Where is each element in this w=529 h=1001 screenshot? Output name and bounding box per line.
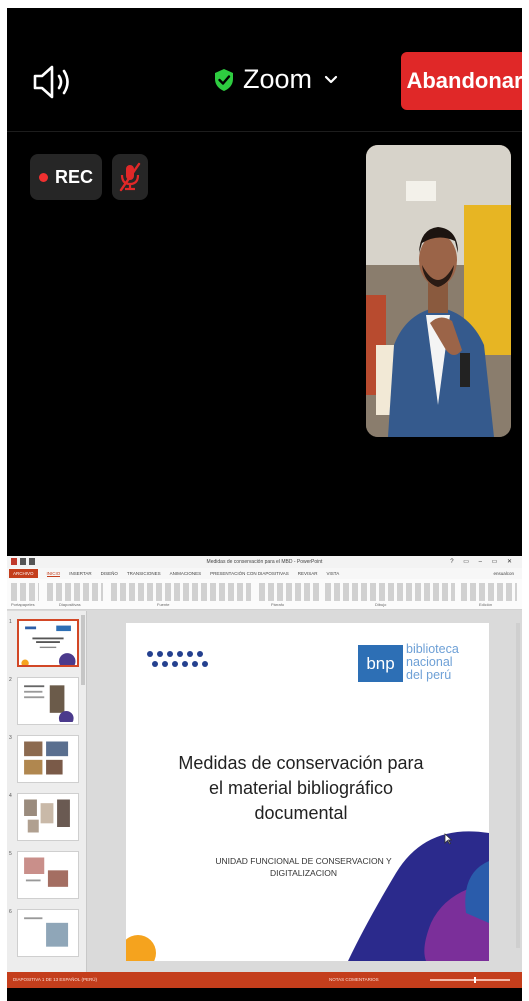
group-label: Párrafo xyxy=(271,602,285,607)
zoom-slider-thumb[interactable] xyxy=(474,977,476,983)
slide-subtitle: UNIDAD FUNCIONAL DE CONSERVACION Y DIGIT… xyxy=(201,855,406,879)
group-label: Diapositivas xyxy=(59,602,81,607)
mouse-cursor-icon xyxy=(444,833,452,845)
powerpoint-titlebar: Medidas de conservación para el MBD - Po… xyxy=(7,556,522,568)
group-label: Dibujo xyxy=(375,602,387,607)
frame-edge xyxy=(522,0,529,1001)
rec-label: REC xyxy=(54,166,93,187)
status-slide-info: DIAPOSITIVA 1 DE 13 ESPAÑOL (PERÚ) xyxy=(13,977,97,982)
slide-number: 6 xyxy=(9,909,12,915)
slide-number: 5 xyxy=(9,851,12,857)
slide-number: 1 xyxy=(9,619,12,625)
paragraph-controls[interactable] xyxy=(259,583,319,601)
mic-muted-icon xyxy=(119,162,141,192)
status-notes-comments[interactable]: NOTAS COMENTARIOS xyxy=(329,977,379,982)
slides-controls[interactable] xyxy=(47,583,103,601)
frame-edge xyxy=(0,0,7,1001)
slide-scrollbar[interactable] xyxy=(516,623,520,948)
slide-thumbnail[interactable] xyxy=(17,735,79,783)
tab-insertar[interactable]: INSERTAR xyxy=(69,571,91,576)
drawing-controls[interactable] xyxy=(325,583,455,601)
frame-edge xyxy=(0,0,529,8)
meeting-top-bar: Zoom Abandonar xyxy=(7,8,528,132)
bottom-strip xyxy=(7,988,522,1001)
slide-number: 2 xyxy=(9,677,12,683)
slide-number: 4 xyxy=(9,793,12,799)
current-slide[interactable]: bnp biblioteca nacional del perú Medidas… xyxy=(126,623,489,961)
slide-thumbnail[interactable] xyxy=(17,851,79,899)
chevron-down-icon xyxy=(324,75,338,83)
slide-subtitle-line: DIGITALIZACION xyxy=(270,868,337,878)
participant-video[interactable] xyxy=(366,145,511,437)
slide-thumbnail[interactable] xyxy=(17,909,79,957)
tab-revisar[interactable]: REVISAR xyxy=(298,571,318,576)
shared-screen[interactable]: Medidas de conservación para el MBD - Po… xyxy=(7,556,522,988)
meeting-title[interactable]: Zoom xyxy=(213,64,338,95)
slide-thumbnail-pane[interactable]: 1 2 3 4 5 6 xyxy=(7,611,87,972)
slide-number: 3 xyxy=(9,735,12,741)
ribbon-tabs: ARCHIVO INICIO INSERTAR DISEÑO TRANSICIO… xyxy=(7,568,522,579)
recording-badge[interactable]: REC xyxy=(30,154,102,200)
shield-check-icon xyxy=(215,68,233,91)
leave-button[interactable]: Abandonar xyxy=(401,52,528,110)
group-label: Portapapeles xyxy=(11,602,35,607)
tab-animaciones[interactable]: ANIMACIONES xyxy=(170,571,202,576)
zoom-slider[interactable] xyxy=(430,977,510,983)
ribbon-group-labels: Portapapeles Diapositivas Fuente Párrafo… xyxy=(7,602,522,608)
slide-thumbnail[interactable] xyxy=(17,677,79,726)
tab-diseno[interactable]: DISEÑO xyxy=(101,571,118,576)
slide-thumbnail[interactable] xyxy=(17,619,79,670)
document-title: Medidas de conservación para el MBD - Po… xyxy=(206,559,323,565)
tab-archivo[interactable]: ARCHIVO xyxy=(9,569,38,578)
thumbnail-scrollbar[interactable] xyxy=(81,615,85,685)
app-title: Zoom xyxy=(243,64,313,94)
tab-vista[interactable]: VISTA xyxy=(327,571,340,576)
powerpoint-status-bar: DIAPOSITIVA 1 DE 13 ESPAÑOL (PERÚ) NOTAS… xyxy=(7,972,522,988)
slide-subtitle-line: UNIDAD FUNCIONAL DE CONSERVACION Y xyxy=(215,856,392,866)
signed-in-user[interactable]: ensualcon xyxy=(493,571,514,576)
clipboard-controls[interactable] xyxy=(11,583,39,601)
slide-title-line: el material bibliográfico xyxy=(208,778,394,798)
slide-title: Medidas de conservación para el material… xyxy=(166,751,436,826)
tab-inicio[interactable]: INICIO xyxy=(46,571,61,577)
editing-controls[interactable] xyxy=(461,583,517,601)
slide-title-line: documental xyxy=(254,803,348,823)
record-dot-icon xyxy=(38,172,48,182)
bnp-logo-text: biblioteca nacional del perú xyxy=(406,643,459,682)
tab-transiciones[interactable]: TRANSICIONES xyxy=(127,571,161,576)
bnp-logo: bnp xyxy=(358,645,403,682)
bnp-logo-line: del perú xyxy=(406,668,452,682)
slide-title-line: Medidas de conservación para xyxy=(178,753,424,773)
ribbon: Portapapeles Diapositivas Fuente Párrafo… xyxy=(7,579,522,610)
slide-editing-area[interactable]: bnp biblioteca nacional del perú Medidas… xyxy=(88,611,522,972)
tab-presentacion[interactable]: PRESENTACIÓN CON DIAPOSITIVAS xyxy=(210,571,289,576)
slide-thumbnail[interactable] xyxy=(17,793,79,841)
mic-muted-indicator xyxy=(112,154,148,200)
dots-logo-icon xyxy=(147,651,208,667)
window-controls[interactable]: ? ▭ – ▭ ✕ xyxy=(450,558,516,565)
group-label: Fuente xyxy=(157,602,170,607)
font-controls[interactable] xyxy=(111,583,251,601)
group-label: Edición xyxy=(479,602,493,607)
speaker-icon[interactable] xyxy=(31,62,75,102)
